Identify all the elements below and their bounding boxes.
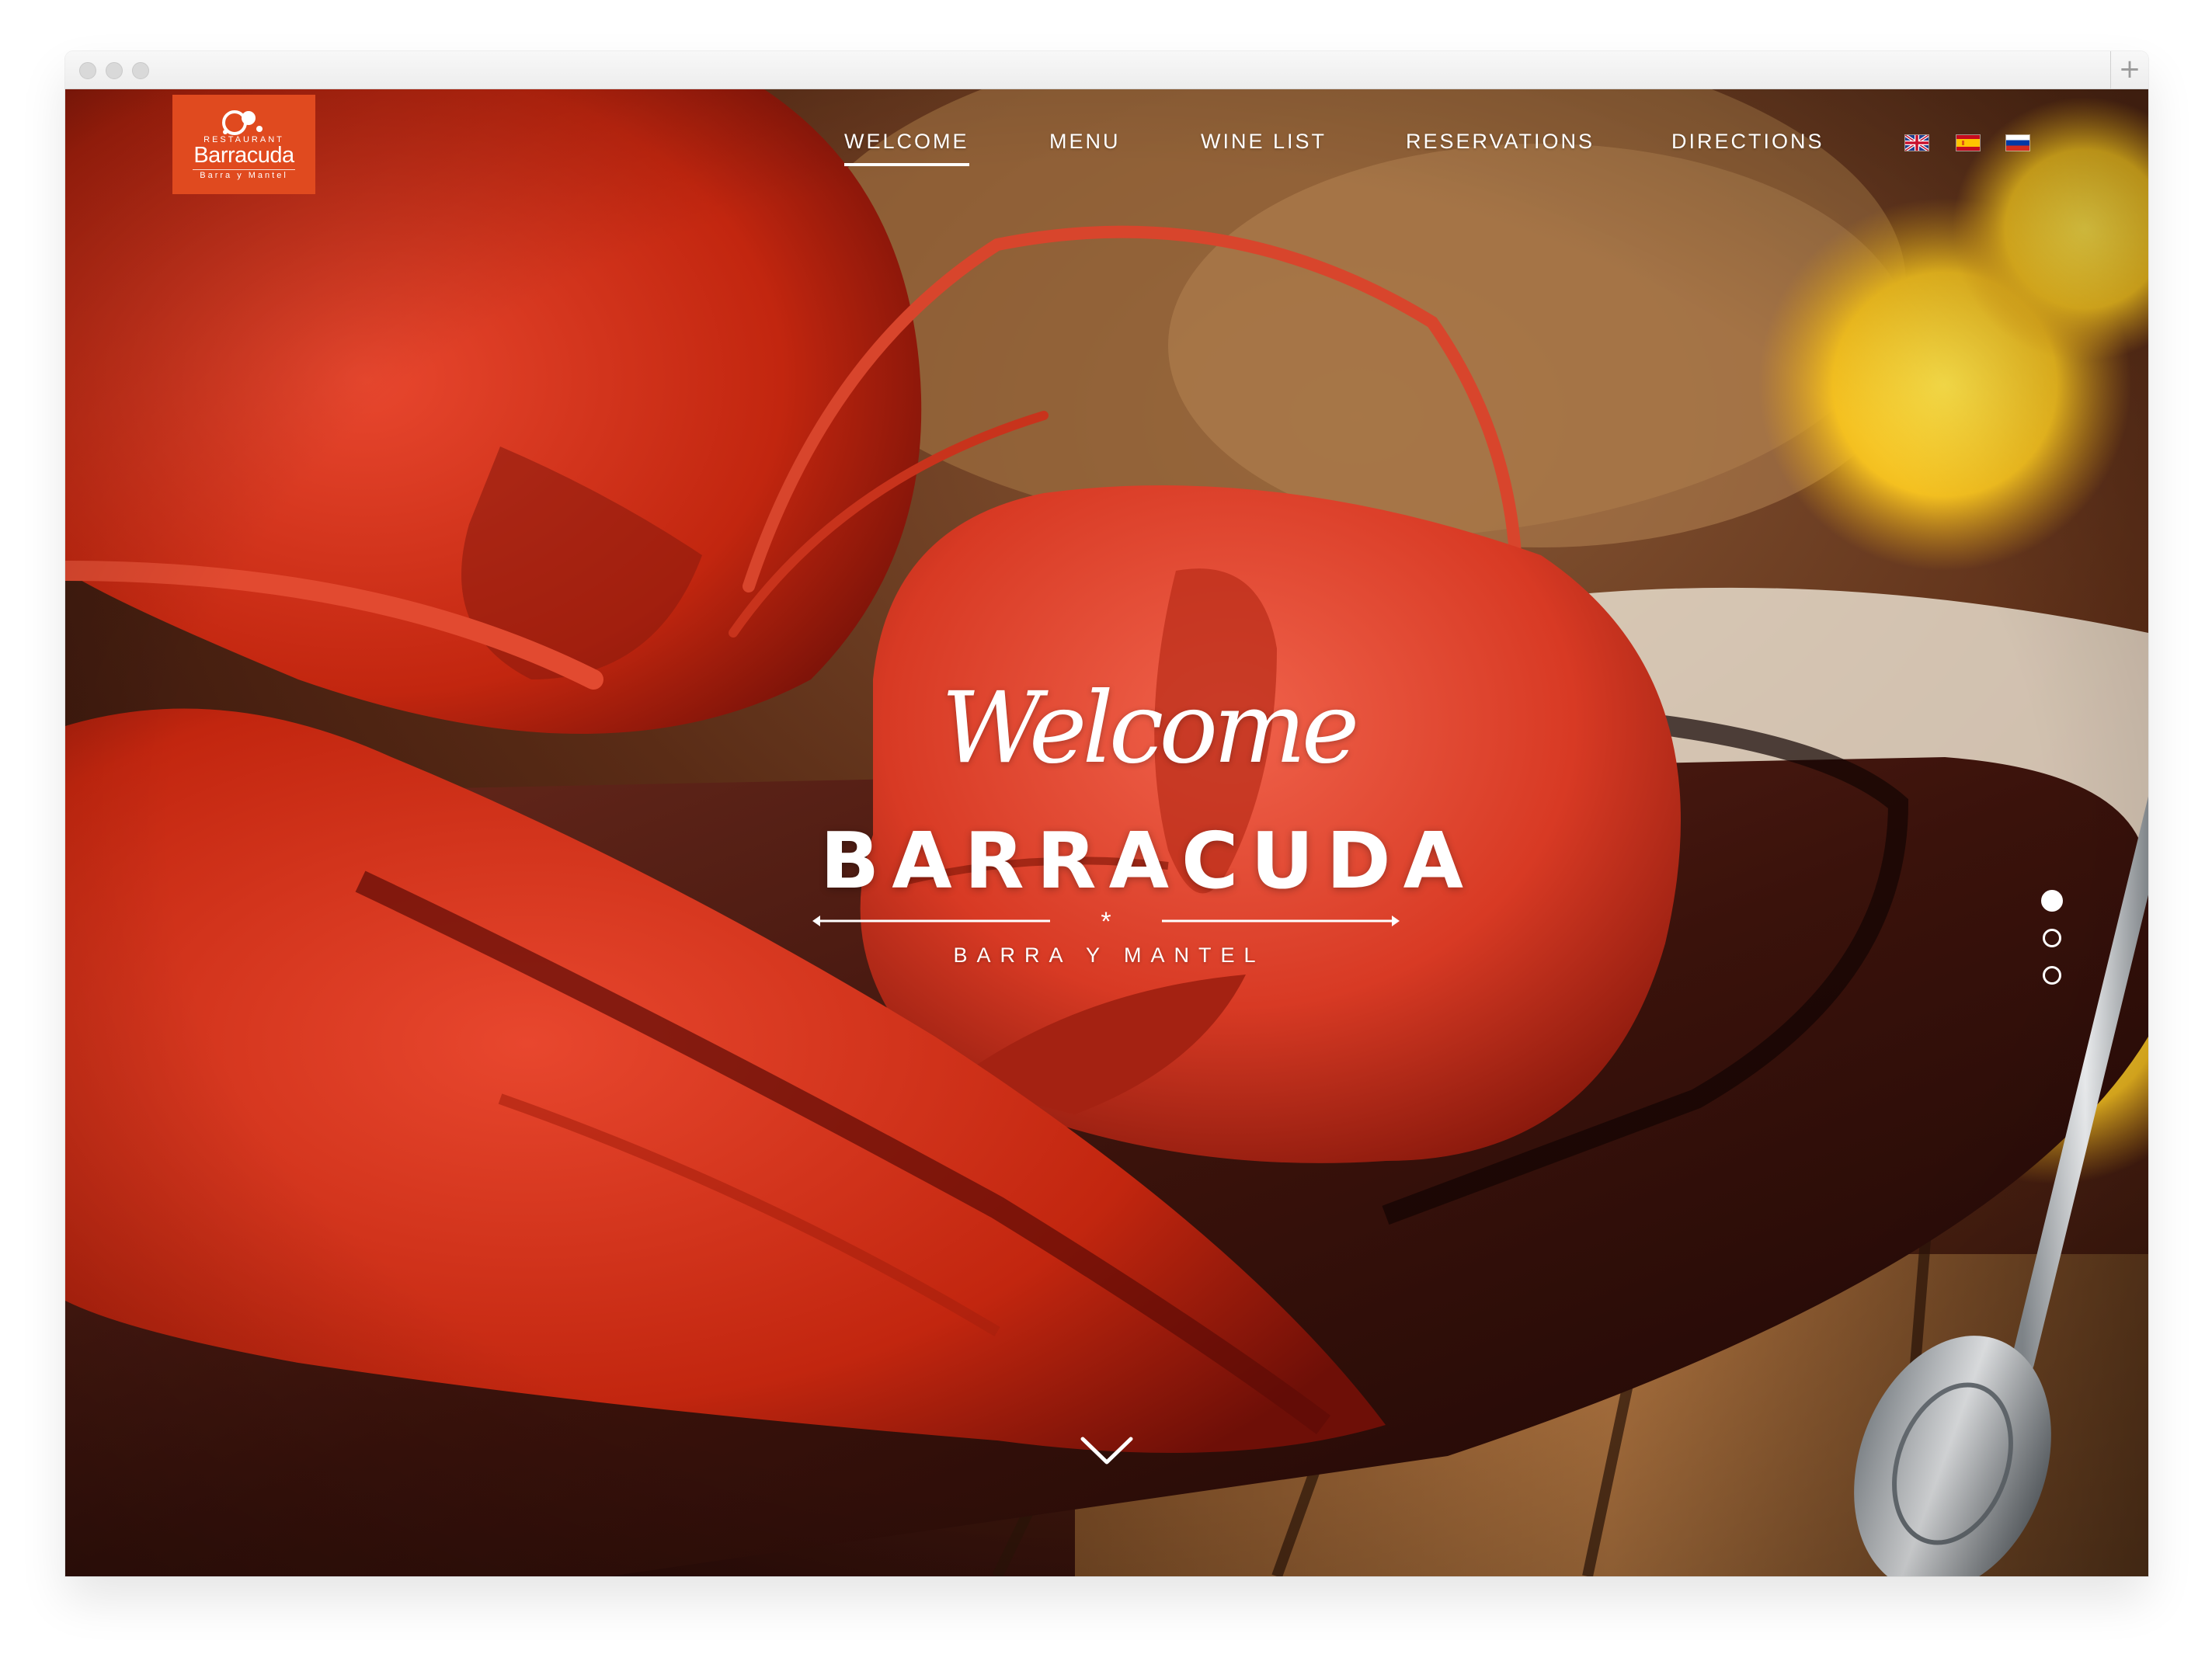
bubbles-icon xyxy=(222,110,263,135)
slide-dot-3[interactable] xyxy=(2043,966,2061,985)
minimize-window-button[interactable] xyxy=(106,62,123,79)
slide-dot-1[interactable] xyxy=(2041,890,2063,912)
logo-brand-name: Barracuda xyxy=(193,143,294,168)
browser-titlebar: + xyxy=(65,51,2148,89)
browser-window: + RESTAURANT Barracuda Barra y Mantel WE… xyxy=(65,51,2148,1576)
logo-divider xyxy=(193,169,295,170)
english-flag-icon[interactable] xyxy=(1904,134,1929,151)
logo-bottom-tag: Barra y Mantel xyxy=(200,171,288,180)
slide-dot-2[interactable] xyxy=(2043,929,2061,947)
nav-active-indicator xyxy=(844,163,969,166)
page-viewport: RESTAURANT Barracuda Barra y Mantel WELC… xyxy=(65,89,2148,1576)
new-tab-button[interactable]: + xyxy=(2110,51,2148,89)
hero-script-title: Welcome xyxy=(941,671,1360,785)
nav-welcome[interactable]: WELCOME xyxy=(844,130,969,154)
hero-title: BARRACUDA xyxy=(820,815,1476,906)
close-window-button[interactable] xyxy=(79,62,96,79)
restaurant-logo[interactable]: RESTAURANT Barracuda Barra y Mantel xyxy=(172,95,315,194)
russian-flag-icon[interactable] xyxy=(2005,134,2030,151)
nav-wine-list[interactable]: WINE LIST xyxy=(1201,130,1327,154)
divider-glyph: * xyxy=(1101,909,1111,933)
spanish-flag-icon[interactable] xyxy=(1956,134,1981,151)
hero-subtitle: BARRA Y MANTEL xyxy=(953,943,1265,967)
zoom-window-button[interactable] xyxy=(132,62,149,79)
nav-menu[interactable]: MENU xyxy=(1049,130,1121,154)
nav-directions[interactable]: DIRECTIONS xyxy=(1671,130,1824,154)
chevron-down-icon[interactable] xyxy=(1080,1436,1134,1467)
hero-divider: * xyxy=(812,909,1400,933)
nav-reservations[interactable]: RESERVATIONS xyxy=(1406,130,1595,154)
